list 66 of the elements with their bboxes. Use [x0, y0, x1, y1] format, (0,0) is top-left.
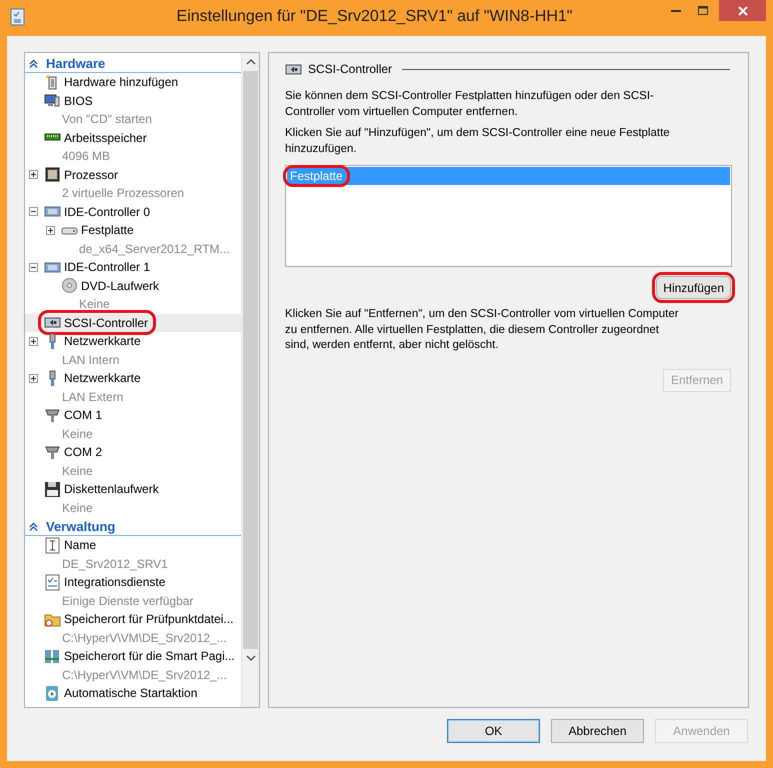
collapse-toggle[interactable] [29, 262, 38, 272]
start-action-icon [44, 684, 61, 702]
tree-item[interactable]: Festplatte [59, 222, 138, 239]
tree-item[interactable]: Prozessor [42, 166, 122, 184]
section-header[interactable]: Verwaltung [29, 518, 116, 534]
expand-toggle[interactable] [46, 226, 55, 235]
expand-toggle[interactable] [29, 374, 38, 383]
item-detail: LAN Intern [62, 352, 120, 368]
item-detail: Keine [62, 462, 94, 480]
item-detail: C:\HyperV\VM\DE_Srv2012_... [62, 666, 228, 684]
item-detail: C:\HyperV\VM\DE_Srv2012_... [62, 630, 228, 646]
expand-toggle[interactable] [29, 336, 38, 346]
processor-icon [44, 166, 61, 184]
tree-item[interactable]: Netzwerkkarte [42, 370, 145, 387]
item-detail: Von "CD" starten [62, 111, 153, 128]
tree-item[interactable]: Speicherort für Prüfpunktdatei... [42, 610, 238, 628]
tree-item[interactable]: IDE-Controller 1 [42, 258, 154, 276]
tree-item[interactable]: Automatische Startaktion [42, 684, 202, 702]
tree-item[interactable]: Hardware hinzufügen [42, 74, 182, 91]
scroll-down-icon[interactable] [246, 654, 256, 662]
item-detail: Keine [62, 426, 94, 442]
maximize-icon [696, 5, 708, 17]
item-detail: Keine [79, 296, 111, 313]
settings-app-icon [9, 8, 27, 26]
item-detail: de_x64_Server2012_RTM... [79, 240, 231, 258]
description-text: Sie können dem SCSI-Controller Festplatten hinzufügen oder den SCSI-Controller vom virtuellen Computer entfernen. [285, 89, 655, 120]
checklist-icon [44, 574, 61, 591]
item-detail: DE_Srv2012_SRV1 [62, 556, 169, 572]
instruction-text: Klicken Sie auf "Hinzufügen", um dem SCSI-Controller eine neue Festplatte hinzuzufügen. [285, 126, 671, 156]
collapse-icon [29, 522, 38, 530]
cancel-button[interactable]: Abbrechen [551, 719, 644, 743]
window-title: Einstellungen für "DE_Srv2012_SRV1" auf "WIN8-HH1" [176, 7, 574, 26]
group-title: SCSI-Controller [308, 62, 392, 76]
ok-button[interactable]: OK [447, 719, 540, 743]
item-detail: Keine [62, 500, 94, 516]
tree-item[interactable]: Netzwerkkarte [42, 332, 145, 350]
port-connector-icon [44, 444, 61, 461]
item-detail: 2 virtuelle Prozessoren [62, 185, 186, 202]
minimize-icon [670, 10, 680, 12]
tree-item[interactable]: IDE-Controller 0 [42, 203, 154, 220]
item-detail: Einige Dienste verfügbar [62, 592, 194, 610]
instruction-text: Klicken Sie auf "Entfernen", um den SCSI-Controller vom virtuellen Computer zu entfernen. Alle virtuellen Festplatten, die diesem Controller zugeordnet sind, werden entfernt, aber nicht gelöscht. [285, 307, 680, 353]
computer-icon [44, 92, 61, 110]
text-field-icon [44, 536, 61, 554]
tree-item[interactable]: Name [42, 536, 100, 554]
section-header[interactable]: Hardware [29, 56, 106, 70]
close-icon [736, 4, 748, 16]
tree-item[interactable]: DVD-Laufwerk [59, 277, 164, 294]
tree-item[interactable]: COM 2 [42, 444, 106, 461]
tree-item[interactable]: Diskettenlaufwerk [42, 480, 163, 498]
tree-item[interactable]: BIOS [42, 92, 97, 110]
disc-icon [61, 277, 78, 294]
item-detail: 4096 MB [62, 148, 112, 165]
tree-item[interactable]: Speicherort für die Smart Pagi... [42, 648, 239, 665]
tree-item[interactable]: Integrationsdienste [42, 574, 170, 591]
close-button[interactable] [719, 0, 766, 21]
scrollbar[interactable] [241, 53, 259, 707]
tree-item[interactable]: Arbeitsspeicher [42, 129, 151, 146]
storage-icon [44, 648, 61, 665]
expand-toggle[interactable] [29, 170, 38, 180]
tree-item[interactable]: COM 1 [42, 406, 106, 424]
scroll-up-icon[interactable] [246, 58, 256, 66]
collapse-icon [29, 58, 38, 68]
port-connector-icon [44, 406, 61, 424]
collapse-toggle[interactable] [29, 207, 38, 216]
item-detail: LAN Extern [62, 388, 124, 406]
